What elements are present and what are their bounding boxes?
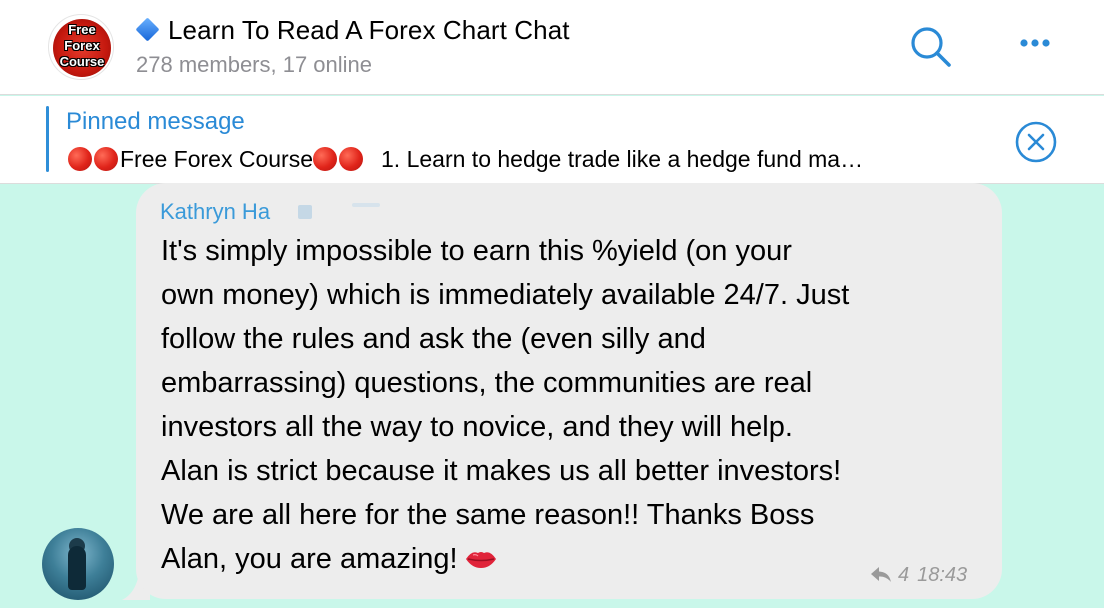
message-line: own money) which is immediately availabl… xyxy=(161,279,850,311)
red-circle-icon xyxy=(94,147,118,171)
unpin-button[interactable] xyxy=(1014,120,1058,164)
pinned-message-bar[interactable]: Pinned message Free Forex Course 1. Lear… xyxy=(0,96,1104,184)
message-meta: 4 18:43 xyxy=(870,562,967,588)
redacted-mark xyxy=(352,203,381,207)
blue-diamond-icon xyxy=(136,18,160,42)
chat-title-row[interactable]: Learn To Read A Forex Chart Chat xyxy=(136,13,570,47)
message-line: Alan is strict because it makes us all b… xyxy=(161,455,842,487)
logo-word-3: Course xyxy=(59,54,105,69)
sender-avatar[interactable] xyxy=(42,528,114,600)
red-circle-icon xyxy=(339,147,364,171)
search-button[interactable] xyxy=(908,24,954,70)
member-count: 278 members, 17 online xyxy=(136,52,373,77)
search-icon xyxy=(911,27,951,67)
message-line: follow the rules and ask the (even silly… xyxy=(161,323,706,355)
message-line: Alan, you are amazing! xyxy=(161,543,458,575)
message-line: investors all the way to novice, and the… xyxy=(161,411,793,443)
pinned-text: Free Forex Course 1. Learn to hedge trad… xyxy=(68,144,1013,174)
reply-count[interactable]: 4 xyxy=(898,564,909,587)
logo-word-1: Free xyxy=(68,22,96,37)
message-time: 18:43 xyxy=(917,563,968,586)
redacted-mark xyxy=(298,205,313,219)
more-options-button[interactable] xyxy=(1012,28,1058,58)
red-circle-icon xyxy=(313,147,338,171)
reply-arrow-icon xyxy=(871,567,891,582)
sender-name-text: Kathryn Ha xyxy=(160,199,271,224)
pinned-label: Pinned message xyxy=(66,108,245,135)
close-circle-icon xyxy=(1015,121,1057,163)
avatar-figure xyxy=(68,546,86,590)
red-circle-icon xyxy=(68,147,92,171)
message-line: embarrassing) questions, the communities… xyxy=(161,367,813,399)
message-last-line: Alan, you are amazing! xyxy=(161,537,991,581)
kiss-lips-icon xyxy=(465,552,496,568)
message-text: It's simply impossible to earn this %yie… xyxy=(161,229,991,581)
chat-title: Learn To Read A Forex Chart Chat xyxy=(168,14,570,45)
message-line: We are all here for the same reason!! Th… xyxy=(161,499,815,531)
pinned-text-part2: 1. Learn to hedge trade like a hedge fun… xyxy=(381,145,864,172)
pinned-accent-bar xyxy=(46,106,49,172)
sender-name[interactable]: Kathryn Ha xyxy=(160,199,381,225)
message-line: It's simply impossible to earn this %yie… xyxy=(161,235,792,267)
chat-header: Free Forex Course Learn To Read A Forex … xyxy=(0,0,1104,95)
group-avatar[interactable]: Free Forex Course xyxy=(48,14,114,80)
ellipsis-icon xyxy=(1020,39,1050,47)
logo-word-2: Forex xyxy=(64,38,100,53)
pinned-text-part1: Free Forex Course xyxy=(120,145,314,172)
